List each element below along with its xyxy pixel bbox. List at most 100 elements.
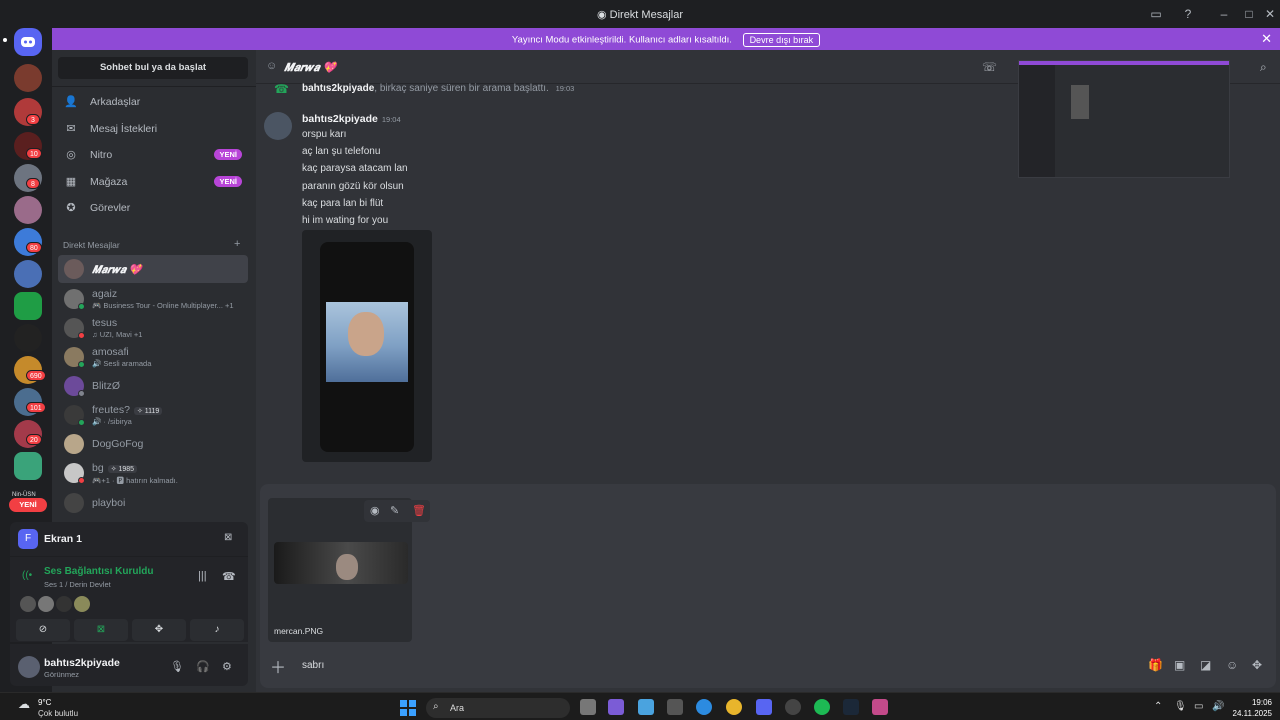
server-icon-9[interactable] [14,324,42,352]
start-button[interactable] [400,700,416,716]
dm-item-freutes[interactable]: freutes? ✧ 1119 🔊 · /sibirya [58,401,248,429]
gif-icon[interactable]: ▣ [1174,658,1185,672]
dm-item-tesus[interactable]: tesus ♫ UZI, Mavi +1 [58,314,248,342]
search-icon[interactable]: ⌕ [1260,60,1267,75]
volume-icon[interactable]: 🔊 [1212,701,1224,712]
store-icon[interactable] [638,699,654,715]
spoiler-eye-icon[interactable]: ◉ [370,504,380,517]
sidebar-item-friends[interactable]: 👤 Arkadaşlar [58,90,248,114]
disconnect-icon[interactable]: ☎ [222,570,236,583]
dm-name: playboi [92,497,126,509]
clock-time[interactable]: 19:06 [1236,698,1272,707]
screen-share-preview[interactable] [1018,60,1230,178]
dm-item-amosafi[interactable]: amosafi 🔊 Sesli aramada [58,343,248,371]
sidebar-item-shop[interactable]: ▦ Mağaza YENİ [58,170,248,194]
network-icon[interactable]: ▭ [1194,701,1203,712]
message-image-attachment[interactable] [302,230,432,462]
server-badge-11: 101 [26,402,46,413]
delete-trash-icon[interactable]: 🗑 [412,504,426,517]
server-icon-1[interactable] [14,64,42,92]
headphones-icon[interactable]: 🎧 [196,660,210,673]
home-button[interactable] [14,28,42,56]
dm-item-doggofog[interactable]: DogGoFog [58,430,248,458]
voice-member-avatar[interactable] [56,596,72,612]
settings-gear-icon[interactable]: ⚙ [222,660,232,673]
dm-item-marwa[interactable]: 𝑴𝒂𝒓𝒘𝒂 💖 [58,255,248,283]
emoji-icon[interactable]: ☺ [1226,658,1238,672]
upload-attachment-card[interactable]: ◉ ✎ 🗑 mercan.PNG [268,498,430,642]
edit-pencil-icon[interactable]: ✎ [390,504,399,517]
message-avatar[interactable] [264,112,292,140]
discord-taskbar-icon[interactable] [756,699,772,715]
create-dm-icon[interactable]: + [234,238,240,250]
message-composer: ◉ ✎ 🗑 mercan.PNG ＋ 🎁 ▣ ◪ ☺ ✥ [260,484,1276,688]
avatar [64,259,84,279]
taskview-icon[interactable] [580,699,596,715]
message-input[interactable] [302,660,802,671]
taskbar-search[interactable]: ⌕ Ara [426,698,570,718]
weather-desc[interactable]: Çok bulutlu [38,709,78,718]
message-line: orspu karı [302,129,347,140]
add-attachment-icon[interactable]: ＋ [270,654,286,678]
copilot-icon[interactable] [608,699,624,715]
sidebar-item-message-requests[interactable]: ✉ Mesaj İstekleri [58,117,248,141]
soundboard-button[interactable]: ♪ [190,619,244,641]
tray-chevron-icon[interactable]: ⌃ [1154,701,1162,712]
chrome-icon[interactable] [726,699,742,715]
dm-item-agaiz[interactable]: agaiz 🎮 Business Tour - Online Multiplay… [58,285,248,313]
voice-channel[interactable]: Ses 1 / Derin Devlet [44,580,111,589]
user-name[interactable]: bahtıs2kpiyade [44,657,120,669]
stop-stream-icon[interactable]: ⊠ [224,532,232,543]
help-icon[interactable]: ? [1180,6,1196,22]
user-avatar[interactable] [18,656,40,678]
dm-item-playboi[interactable]: playboi [58,489,248,517]
status-offline-icon [78,390,85,397]
sidebar-item-quests[interactable]: ✪ Görevler [58,196,248,220]
close-window-button[interactable]: ✕ [1262,6,1278,22]
camera-off-button[interactable]: ⊘ [16,619,70,641]
voice-panel-divider [10,556,248,557]
voice-member-avatar[interactable] [20,596,36,612]
gift-icon[interactable]: 🎁 [1148,658,1163,672]
system-author[interactable]: bahtıs2kpiyade [302,83,374,94]
edge-icon[interactable] [696,699,712,715]
find-conversation-button[interactable]: Sohbet bul ya da başlat [58,57,248,79]
weather-icon[interactable]: ☁ [18,697,30,711]
attachment-filename: mercan.PNG [274,626,324,636]
activities-button[interactable]: ✥ [132,619,186,641]
noise-suppression-icon[interactable]: ||| [198,570,207,582]
tray-mic-icon[interactable]: 🎙 [1174,701,1187,712]
clock-date[interactable]: 24.11.2025 [1226,709,1272,718]
maximize-button[interactable]: □ [1241,6,1257,22]
app-icon[interactable] [872,699,888,715]
spotify-icon[interactable] [814,699,830,715]
voice-member-avatar[interactable] [74,596,90,612]
rail-new-pill[interactable]: YENİ [9,498,47,512]
message-line: kaç paraysa atacam lan [302,163,408,174]
weather-temp[interactable]: 9°C [38,698,51,707]
microphone-icon[interactable]: 🎙 [170,660,184,673]
status-dnd-icon [78,477,85,484]
nav-label: Nitro [90,149,113,161]
sticker-icon[interactable]: ◪ [1200,658,1211,672]
server-icon-13[interactable] [14,452,42,480]
message-author[interactable]: bahtıs2kpiyade 19:04 [302,113,401,125]
disable-streamer-mode-button[interactable]: Devre dışı bırak [742,33,821,47]
voice-member-avatar[interactable] [38,596,54,612]
app-icon[interactable] [667,699,683,715]
screen-share-button[interactable]: ⊠ [74,619,128,641]
steam-icon[interactable] [843,699,859,715]
server-icon-8[interactable] [14,292,42,320]
dm-item-bg[interactable]: bg ✧ 1985 🎮+1 · 🅿 hatırın kalmadı. [58,459,248,487]
banner-close-icon[interactable]: ✕ [1261,31,1272,47]
app-icon[interactable] [785,699,801,715]
sidebar-item-nitro[interactable]: ◎ Nitro YENİ [58,143,248,167]
minimize-button[interactable]: – [1216,6,1232,22]
voice-call-icon[interactable]: ☏ [982,60,997,74]
dm-item-blitz[interactable]: BlitzØ [58,372,248,400]
voice-status[interactable]: Ses Bağlantısı Kuruldu [44,566,153,577]
inbox-icon[interactable]: ▭ [1148,6,1164,22]
apps-icon[interactable]: ✥ [1252,658,1262,672]
server-icon-5[interactable] [14,196,42,224]
server-icon-7[interactable] [14,260,42,288]
